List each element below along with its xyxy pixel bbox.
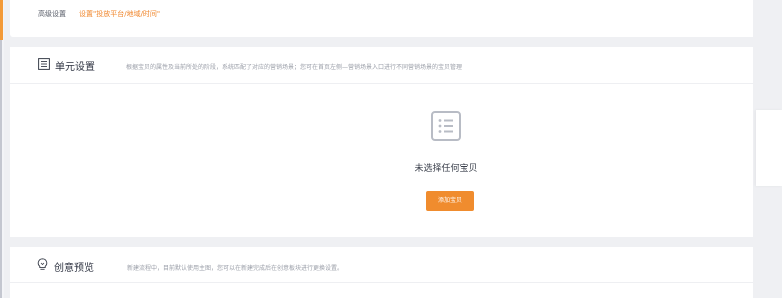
- advanced-settings-panel: 高级设置 设置"投放平台/地域/时间": [10, 0, 753, 37]
- add-item-button[interactable]: 添加宝贝: [426, 191, 474, 211]
- unit-settings-title: 单元设置: [55, 62, 95, 73]
- advanced-settings-link[interactable]: 设置"投放平台/地域/时间": [79, 9, 160, 19]
- creative-preview-header: 创意预览 新建流程中，目前默认使用主图，您可以在新建完成后在创意板块进行更换设置…: [10, 247, 753, 283]
- creative-preview-description: 新建流程中，目前默认使用主图，您可以在新建完成后在创意板块进行更换设置。: [127, 265, 344, 272]
- advanced-settings-label: 高级设置: [38, 10, 66, 18]
- creative-preview-title: 创意预览: [54, 263, 94, 274]
- left-progress-rail: [0, 0, 4, 298]
- empty-state-text: 未选择任何宝贝: [414, 164, 478, 174]
- list-document-icon: [38, 58, 50, 70]
- rail-line: [0, 40, 2, 298]
- unit-settings-description: 根据宝贝的属性及当前所处的阶段，系统匹配了对应的营销场景；您可在首页左侧—营销场…: [126, 64, 463, 71]
- unit-settings-panel: 单元设置 根据宝贝的属性及当前所处的阶段，系统匹配了对应的营销场景；您可在首页左…: [10, 47, 753, 237]
- empty-list-icon: [431, 111, 461, 141]
- rail-active-indicator: [0, 0, 3, 40]
- lightbulb-icon: [37, 258, 48, 270]
- unit-settings-header: 单元设置 根据宝贝的属性及当前所处的阶段，系统匹配了对应的营销场景；您可在首页左…: [10, 47, 753, 84]
- creative-preview-panel: 创意预览 新建流程中，目前默认使用主图，您可以在新建完成后在创意板块进行更换设置…: [10, 247, 753, 298]
- floating-side-panel: [756, 110, 782, 186]
